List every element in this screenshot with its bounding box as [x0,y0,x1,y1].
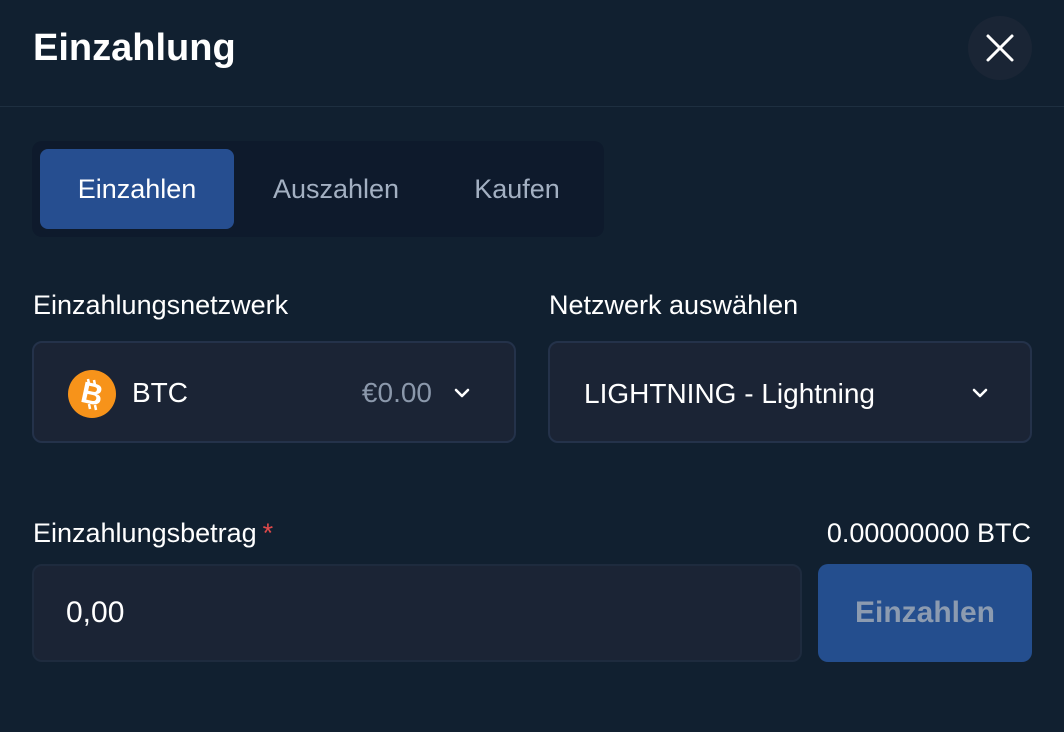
amount-input[interactable] [32,564,802,662]
coin-fiat-value: €0.00 [361,377,432,408]
chevron-down-icon [454,388,470,398]
available-balance: 0.00000000 BTC [826,518,1031,548]
dialog-title: Einzahlung [33,27,236,69]
tab-bar: Einzahlen Auszahlen Kaufen [32,141,604,237]
tab-einzahlen[interactable]: Einzahlen [40,149,234,229]
tab-auszahlen[interactable]: Auszahlen [242,149,430,229]
dialog-header: Einzahlung [0,0,1064,107]
deposit-dialog: Einzahlung Einzahlen Auszahlen Kaufen Ei… [0,0,1064,732]
network-select[interactable]: LIGHTNING - Lightning [548,341,1032,443]
required-marker: * [262,518,274,548]
close-button[interactable] [968,16,1032,80]
close-icon [986,34,1014,62]
coin-name: BTC [132,377,188,408]
network-select-value: LIGHTNING - Lightning [584,378,875,409]
chevron-down-icon [972,388,988,398]
bitcoin-icon: B [68,370,116,418]
tab-kaufen[interactable]: Kaufen [442,149,592,229]
coin-select[interactable]: B BTC €0.00 [32,341,516,443]
amount-label: Einzahlungsbetrag * [33,516,273,550]
deposit-submit-button[interactable]: Einzahlen [818,564,1032,662]
deposit-network-label: Einzahlungsnetzwerk [33,290,289,320]
network-select-label: Netzwerk auswählen [549,290,799,320]
amount-label-text: Einzahlungsbetrag [33,518,257,548]
